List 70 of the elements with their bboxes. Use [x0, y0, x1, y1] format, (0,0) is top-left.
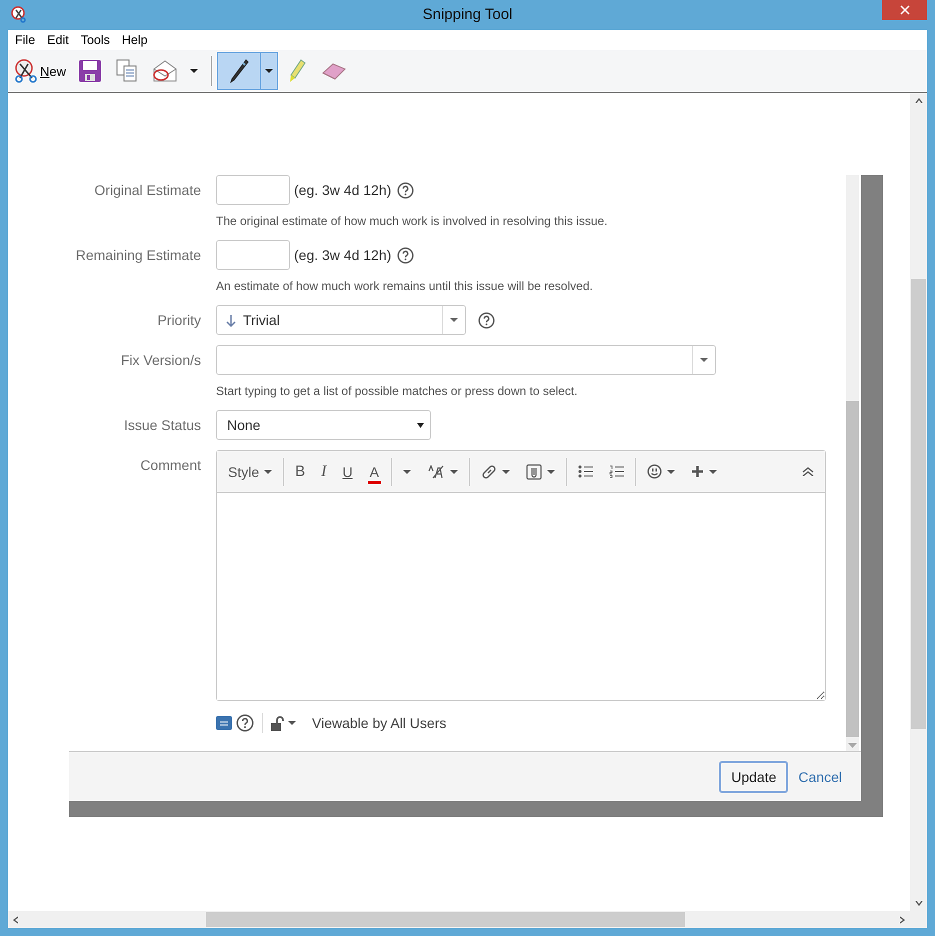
scissors-app-icon — [10, 6, 28, 24]
help-icon[interactable] — [236, 714, 254, 732]
estimate-input[interactable] — [216, 175, 290, 205]
menu-item[interactable]: Help — [116, 33, 154, 47]
paperclip-icon — [526, 464, 542, 480]
pen-icon — [228, 58, 250, 84]
comment-editor[interactable]: Style B I U A — [216, 450, 826, 701]
field-description: The original estimate of how much work is involved in resolving this issue. — [216, 214, 608, 228]
down-arrow-icon — [226, 314, 236, 326]
field-label: Comment — [139, 456, 201, 475]
field-label: Fix Version/s — [120, 351, 201, 370]
pen-button[interactable] — [217, 52, 278, 90]
window-title: Snipping Tool — [422, 6, 514, 23]
priority-select[interactable]: Trivial — [216, 305, 466, 335]
update-button[interactable]: Update — [719, 760, 788, 792]
field-label: Original Estimate — [93, 181, 201, 200]
bullet-list-icon — [578, 465, 593, 478]
caret-icon — [417, 422, 424, 428]
field-description: Start typing to get a list of possible matches or press down to select. — [216, 384, 578, 398]
smiley-icon — [646, 464, 662, 479]
caret-icon — [708, 470, 717, 474]
unlocked-padlock-icon — [271, 716, 284, 730]
caret-icon — [450, 470, 458, 474]
link-icon — [480, 464, 497, 480]
dialog-scrollbar[interactable] — [846, 175, 859, 751]
format-hint: (eg. 3w 4d 12h) — [294, 247, 392, 263]
menu-item[interactable]: Tools — [74, 33, 116, 47]
field-label: Priority — [156, 311, 201, 330]
eraser-icon — [321, 61, 348, 81]
field-description: An estimate of how much work remains until this issue will be resolved. — [216, 279, 593, 293]
caret-icon — [190, 69, 198, 73]
caret-icon — [450, 318, 458, 322]
format-hint: (eg. 3w 4d 12h) — [294, 182, 392, 198]
cancel-link[interactable]: Cancel — [798, 768, 842, 784]
menu-item[interactable]: File — [9, 33, 42, 47]
field-label: Issue Status — [122, 416, 201, 435]
underline-button[interactable]: U — [335, 460, 360, 484]
text-mode-icon[interactable] — [216, 716, 232, 730]
style-dropdown[interactable]: Style — [221, 460, 280, 484]
help-icon[interactable] — [397, 182, 414, 198]
new-button[interactable]: New — [9, 52, 70, 90]
highlighter-icon — [287, 58, 308, 84]
numbered-list-icon — [608, 465, 624, 478]
caret-icon — [402, 470, 411, 474]
text-color-button[interactable]: A — [368, 460, 381, 484]
visibility-label: Viewable by All Users — [312, 715, 446, 731]
scissors-icon — [14, 59, 38, 83]
close-icon — [900, 5, 910, 15]
caret-icon — [546, 470, 555, 474]
status-select[interactable]: None — [216, 410, 431, 440]
copy-icon — [116, 59, 138, 83]
close-button[interactable] — [882, 0, 927, 20]
envelope-icon — [152, 59, 178, 83]
menu-item[interactable]: Edit — [41, 33, 75, 47]
help-icon[interactable] — [478, 312, 495, 328]
help-icon[interactable] — [397, 246, 414, 264]
text-size-icon — [426, 464, 445, 478]
caret-icon — [264, 470, 272, 474]
caret-icon — [700, 358, 708, 362]
plus-icon — [690, 465, 704, 478]
caret-icon — [265, 69, 274, 73]
double-chevron-up-icon — [802, 467, 814, 476]
italic-button[interactable]: I — [314, 458, 334, 484]
caret-icon — [288, 721, 296, 725]
visibility-button[interactable] — [271, 716, 296, 730]
estimate-input[interactable] — [216, 240, 290, 270]
field-label: Remaining Estimate — [74, 246, 201, 265]
caret-icon — [666, 470, 675, 474]
bold-button[interactable]: B — [288, 459, 312, 484]
caret-icon — [502, 470, 510, 474]
